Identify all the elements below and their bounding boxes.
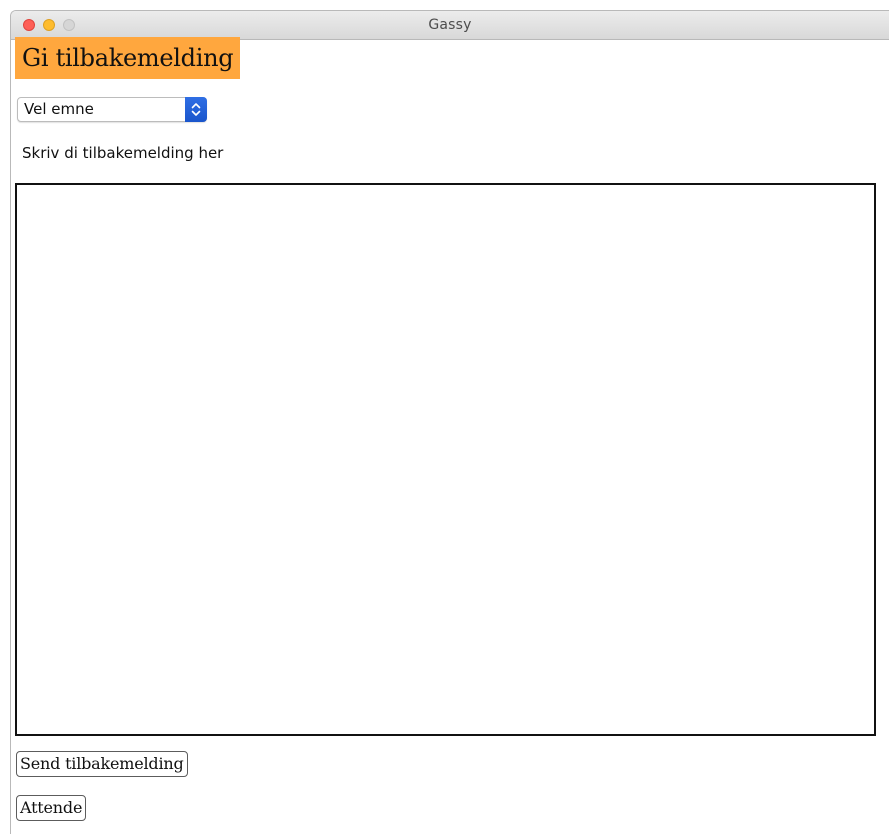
topic-select-stepper[interactable] <box>185 97 207 122</box>
window-title: Gassy <box>428 17 472 33</box>
feedback-textarea[interactable] <box>15 183 876 736</box>
send-feedback-button[interactable]: Send tilbakemelding <box>16 751 188 777</box>
topic-select[interactable]: Vel emne <box>17 97 207 122</box>
window-titlebar[interactable]: Gassy <box>11 11 889 40</box>
back-button[interactable]: Attende <box>16 795 87 821</box>
feedback-prompt-label: Skriv di tilbakemelding her <box>22 144 224 162</box>
page-title: Gi tilbakemelding <box>15 37 241 79</box>
topic-select-value: Vel emne <box>24 100 94 118</box>
up-down-chevron-icon <box>191 103 201 116</box>
